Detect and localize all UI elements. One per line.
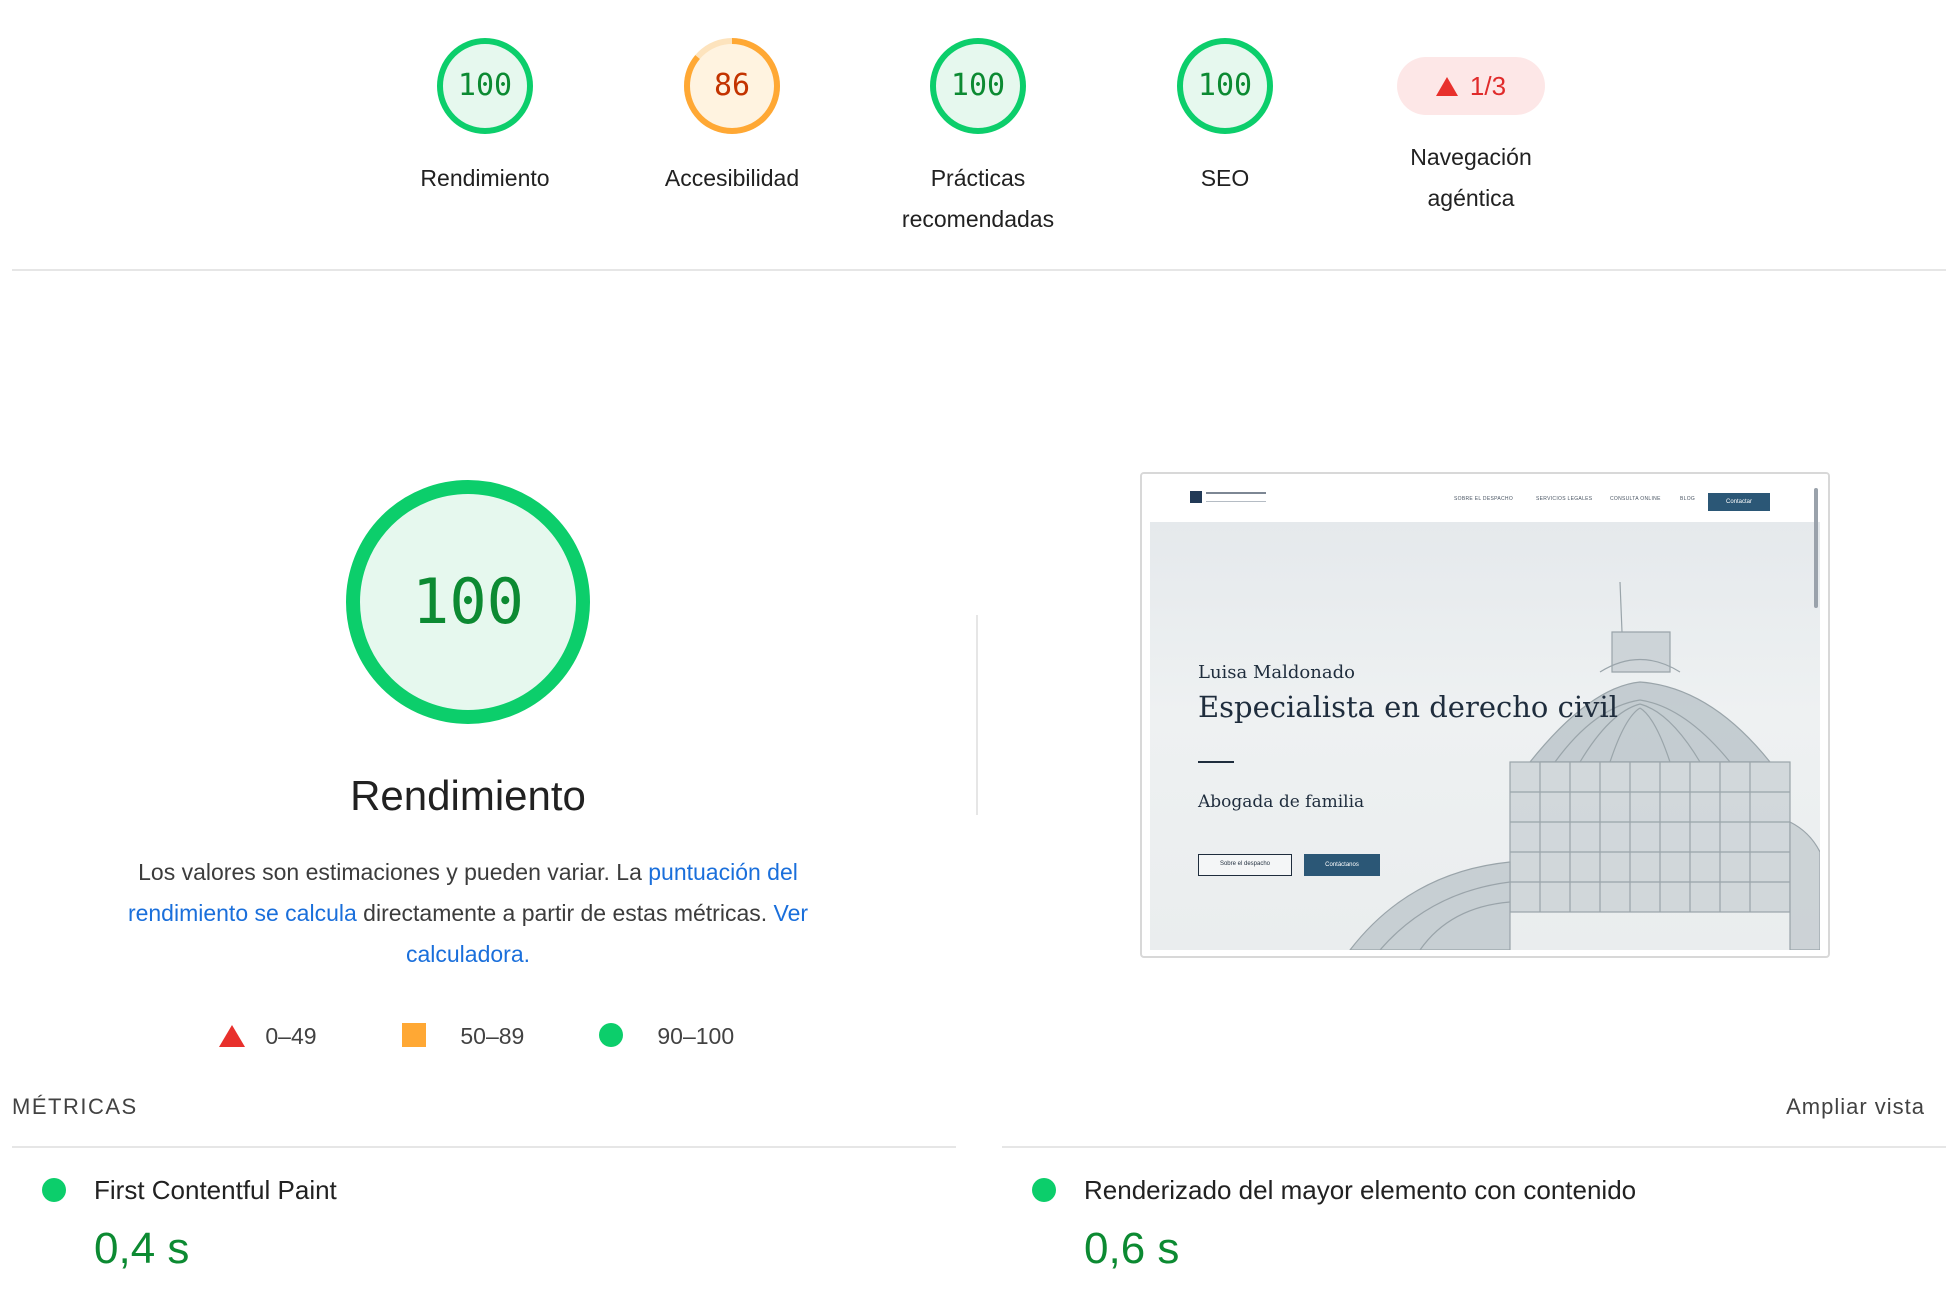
gauge-best-practices[interactable]: 100 Prácticas recomendadas xyxy=(878,36,1078,240)
site-menu-item: CONSULTA ONLINE xyxy=(1610,496,1661,502)
gauge-label: SEO xyxy=(1200,165,1250,191)
performance-score: 100 xyxy=(412,565,524,638)
metrics-divider xyxy=(12,1146,956,1148)
section-divider xyxy=(12,269,1946,271)
gauge-label: Accesibilidad xyxy=(664,165,800,191)
gauge-accessibility[interactable]: 86 Accesibilidad xyxy=(632,36,832,199)
fail-triangle-icon xyxy=(1435,77,1458,96)
average-square-icon xyxy=(402,1023,426,1047)
hero-rule xyxy=(1198,761,1234,763)
expand-view-toggle[interactable]: Ampliar vista xyxy=(1786,1094,1925,1120)
site-menu-item: SOBRE EL DESPACHO xyxy=(1454,496,1514,502)
score-value: 100 xyxy=(1197,68,1253,103)
performance-description: Los valores son estimaciones y pueden va… xyxy=(100,852,836,975)
gauge-seo[interactable]: 100 SEO xyxy=(1125,36,1325,199)
gauge-label: Navegación agéntica xyxy=(1410,144,1532,211)
final-screenshot[interactable]: SOBRE EL DESPACHO SERVICIOS LEGALES CONS… xyxy=(1140,472,1830,958)
greenhouse-illustration xyxy=(1349,581,1820,950)
agentic-score-pill: 1/3 xyxy=(1397,57,1545,115)
metrics-divider xyxy=(1002,1146,1946,1148)
description-text: Los valores son estimaciones y pueden va… xyxy=(138,859,649,885)
site-logo-icon xyxy=(1190,491,1202,503)
performance-gauge-large: 100 xyxy=(343,477,593,727)
pass-circle-icon xyxy=(42,1178,66,1202)
score-ring: 86 xyxy=(682,36,782,136)
site-logo-text xyxy=(1206,492,1266,502)
performance-title: Rendimiento xyxy=(350,772,586,819)
agentic-score-value: 1/3 xyxy=(1469,71,1507,101)
site-menu-item: BLOG xyxy=(1680,496,1696,502)
site-hero: Luisa Maldonado Especialista en derecho … xyxy=(1150,522,1820,950)
vertical-divider xyxy=(976,615,978,815)
hero-name: Luisa Maldonado xyxy=(1198,662,1355,683)
legend-average: 50–89 xyxy=(402,1016,524,1056)
metric-name: Renderizado del mayor elemento con conte… xyxy=(1084,1175,1637,1205)
metric-value: 0,6 s xyxy=(1084,1224,1180,1273)
pass-circle-icon xyxy=(599,1023,623,1047)
score-ring: 100 xyxy=(928,36,1028,136)
gauge-performance[interactable]: 100 Rendimiento xyxy=(385,36,585,199)
description-text: directamente a partir de estas métricas. xyxy=(356,900,774,926)
score-ring: 100 xyxy=(1175,36,1275,136)
score-value: 86 xyxy=(713,68,751,103)
score-legend: 0–49 50–89 90–100 xyxy=(0,1016,936,1056)
screenshot-scrollbar xyxy=(1814,488,1818,608)
site-menu-item: SERVICIOS LEGALES xyxy=(1536,496,1593,502)
legend-average-range: 50–89 xyxy=(460,1023,525,1049)
score-ring: 100 xyxy=(435,36,535,136)
legend-pass: 90–100 xyxy=(599,1016,734,1056)
hero-about-button: Sobre el despacho xyxy=(1198,854,1292,876)
legend-pass-range: 90–100 xyxy=(657,1023,735,1049)
hero-subtitle: Abogada de familia xyxy=(1198,792,1365,812)
hero-contact-button: Contáctanos xyxy=(1304,854,1380,876)
fail-triangle-icon xyxy=(219,1025,245,1047)
legend-fail: 0–49 xyxy=(219,1016,317,1056)
legend-fail-range: 0–49 xyxy=(265,1023,317,1049)
gauge-agentic-navigation[interactable]: 1/3 Navegación agéntica xyxy=(1371,36,1571,219)
metric-value: 0,4 s xyxy=(94,1224,190,1273)
hero-title: Especialista en derecho civil xyxy=(1198,690,1619,724)
gauge-label: Prácticas recomendadas xyxy=(901,165,1055,232)
score-value: 100 xyxy=(457,68,513,103)
metrics-heading: MÉTRICAS xyxy=(12,1094,138,1119)
site-contact-button: Contactar xyxy=(1708,493,1770,511)
category-scores: 100 Rendimiento 86 Accesibilidad 100 Prá… xyxy=(0,0,1950,270)
pass-circle-icon xyxy=(1032,1178,1056,1202)
site-navbar: SOBRE EL DESPACHO SERVICIOS LEGALES CONS… xyxy=(1142,474,1828,522)
metric-name: First Contentful Paint xyxy=(94,1175,337,1205)
score-value: 100 xyxy=(950,68,1006,103)
gauge-label: Rendimiento xyxy=(420,165,550,191)
